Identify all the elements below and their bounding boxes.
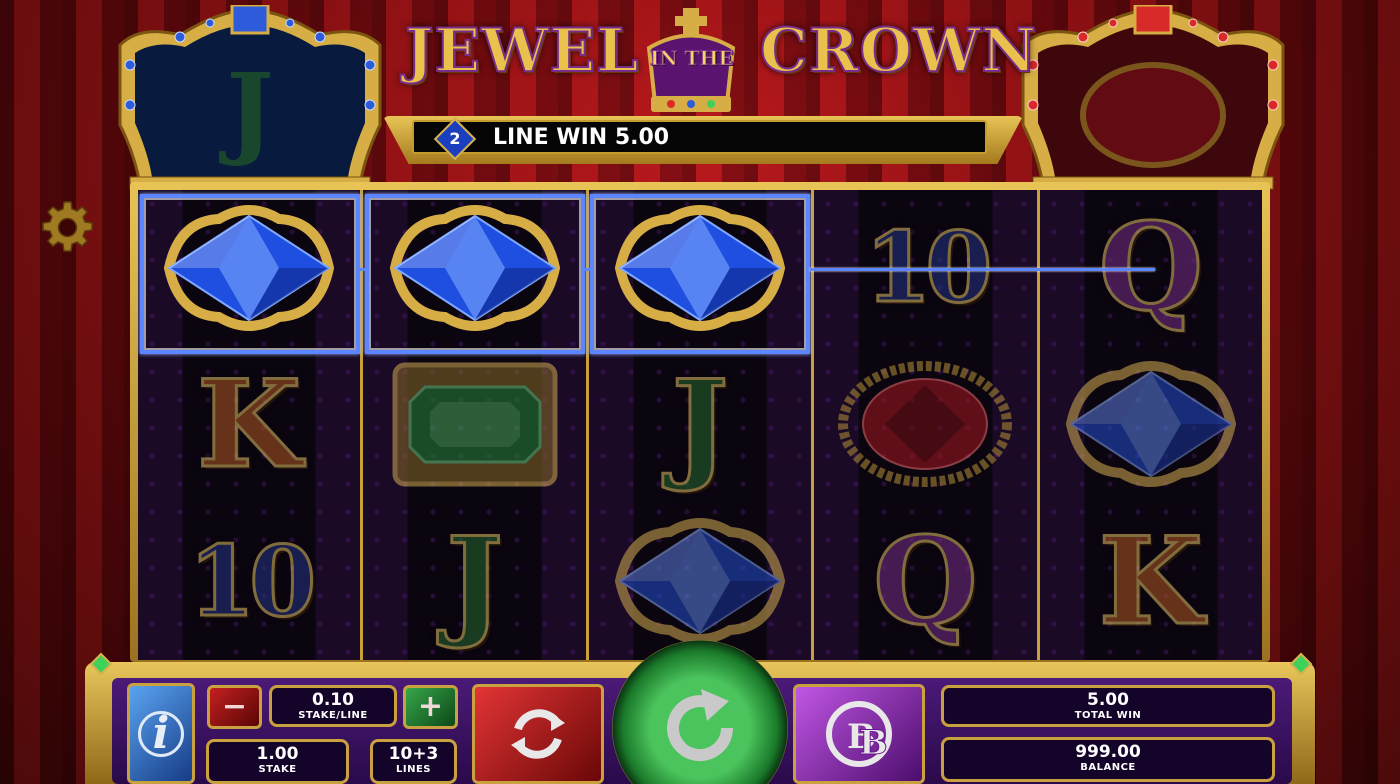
reel-symbol: 10 xyxy=(138,503,360,660)
total-win-display: 5.00 TOTAL WIN xyxy=(941,685,1275,727)
reel-symbol xyxy=(589,503,811,660)
title-in-the: IN THE xyxy=(650,46,735,71)
blue-gem-icon xyxy=(614,518,786,644)
gear-icon[interactable] xyxy=(40,200,95,255)
total-win-value: 5.00 xyxy=(1087,690,1129,710)
info-button[interactable]: i xyxy=(127,683,195,784)
stake-label: STAKE xyxy=(258,764,297,775)
game-stage: J JEWEL IN THE CROWN 2 LINE WIN 5.00 K 1… xyxy=(0,0,1400,784)
blue-crown-jackpot-icon: J xyxy=(118,5,382,190)
reel-symbol: J xyxy=(363,503,585,660)
reel-symbol: Q xyxy=(814,503,1036,660)
stake-per-line-display: 0.10 STAKE/LINE xyxy=(269,685,397,727)
reel-symbol xyxy=(363,347,585,504)
decrease-stake-button[interactable]: − xyxy=(207,685,262,729)
game-title: JEWEL IN THE CROWN xyxy=(404,8,1037,112)
lines-display: 10+3 LINES xyxy=(370,739,457,784)
reel-column: 10 Q xyxy=(814,190,1037,660)
lines-label: LINES xyxy=(396,764,431,775)
letter-symbol: J xyxy=(445,510,505,652)
reel-symbol: K xyxy=(138,347,360,504)
minus-icon: − xyxy=(221,689,248,724)
reel-symbol xyxy=(814,347,1036,504)
line-win-text: LINE WIN 5.00 xyxy=(493,125,670,150)
spin-arrow-icon xyxy=(667,689,734,762)
bonus-bet-button[interactable]: B B xyxy=(793,684,925,784)
title-crown: CROWN xyxy=(759,15,1038,87)
balance-value: 999.00 xyxy=(1075,742,1141,762)
balance-display: 999.00 BALANCE xyxy=(941,737,1275,782)
svg-text:J: J xyxy=(218,51,273,169)
bb-bonus-icon: B B xyxy=(826,701,892,767)
stake-per-line-value: 0.10 xyxy=(312,690,354,710)
reel-column: QK xyxy=(1039,190,1263,660)
autoplay-arrows-icon xyxy=(511,709,565,759)
letter-symbol: K xyxy=(196,353,303,495)
win-line-segment xyxy=(583,268,593,271)
reel-symbol xyxy=(1040,347,1262,504)
reel-symbol: J xyxy=(589,347,811,504)
letter-symbol: K xyxy=(1097,510,1204,652)
stake-per-line-label: STAKE/LINE xyxy=(298,710,368,721)
line-number: 2 xyxy=(449,129,461,148)
stake-value: 1.00 xyxy=(256,744,299,764)
win-highlight-box xyxy=(140,194,360,354)
red-crown-jackpot-icon xyxy=(1021,5,1285,190)
increase-stake-button[interactable]: + xyxy=(403,685,458,729)
reel-symbol: K xyxy=(1040,503,1262,660)
letter-symbol: Q xyxy=(872,510,980,652)
letter-symbol: J xyxy=(670,353,730,495)
letter-symbol: 10 xyxy=(187,524,318,638)
autoplay-button[interactable] xyxy=(472,684,604,784)
win-line-segment xyxy=(358,268,368,271)
svg-text:B: B xyxy=(859,723,888,763)
total-win-label: TOTAL WIN xyxy=(1074,710,1142,721)
info-icon: i xyxy=(138,708,184,759)
plus-icon: + xyxy=(417,689,444,724)
title-jewel: JEWEL xyxy=(404,15,640,87)
lines-value: 10+3 xyxy=(388,744,439,764)
green-gem-icon xyxy=(392,362,558,487)
win-highlight-box xyxy=(590,194,810,354)
red-gem-icon xyxy=(838,361,1013,488)
win-highlight-box xyxy=(365,194,585,354)
blue-gem-icon xyxy=(1065,361,1236,488)
win-line xyxy=(810,268,1155,271)
balance-label: BALANCE xyxy=(1080,762,1136,773)
stake-display: 1.00 STAKE xyxy=(206,739,349,784)
